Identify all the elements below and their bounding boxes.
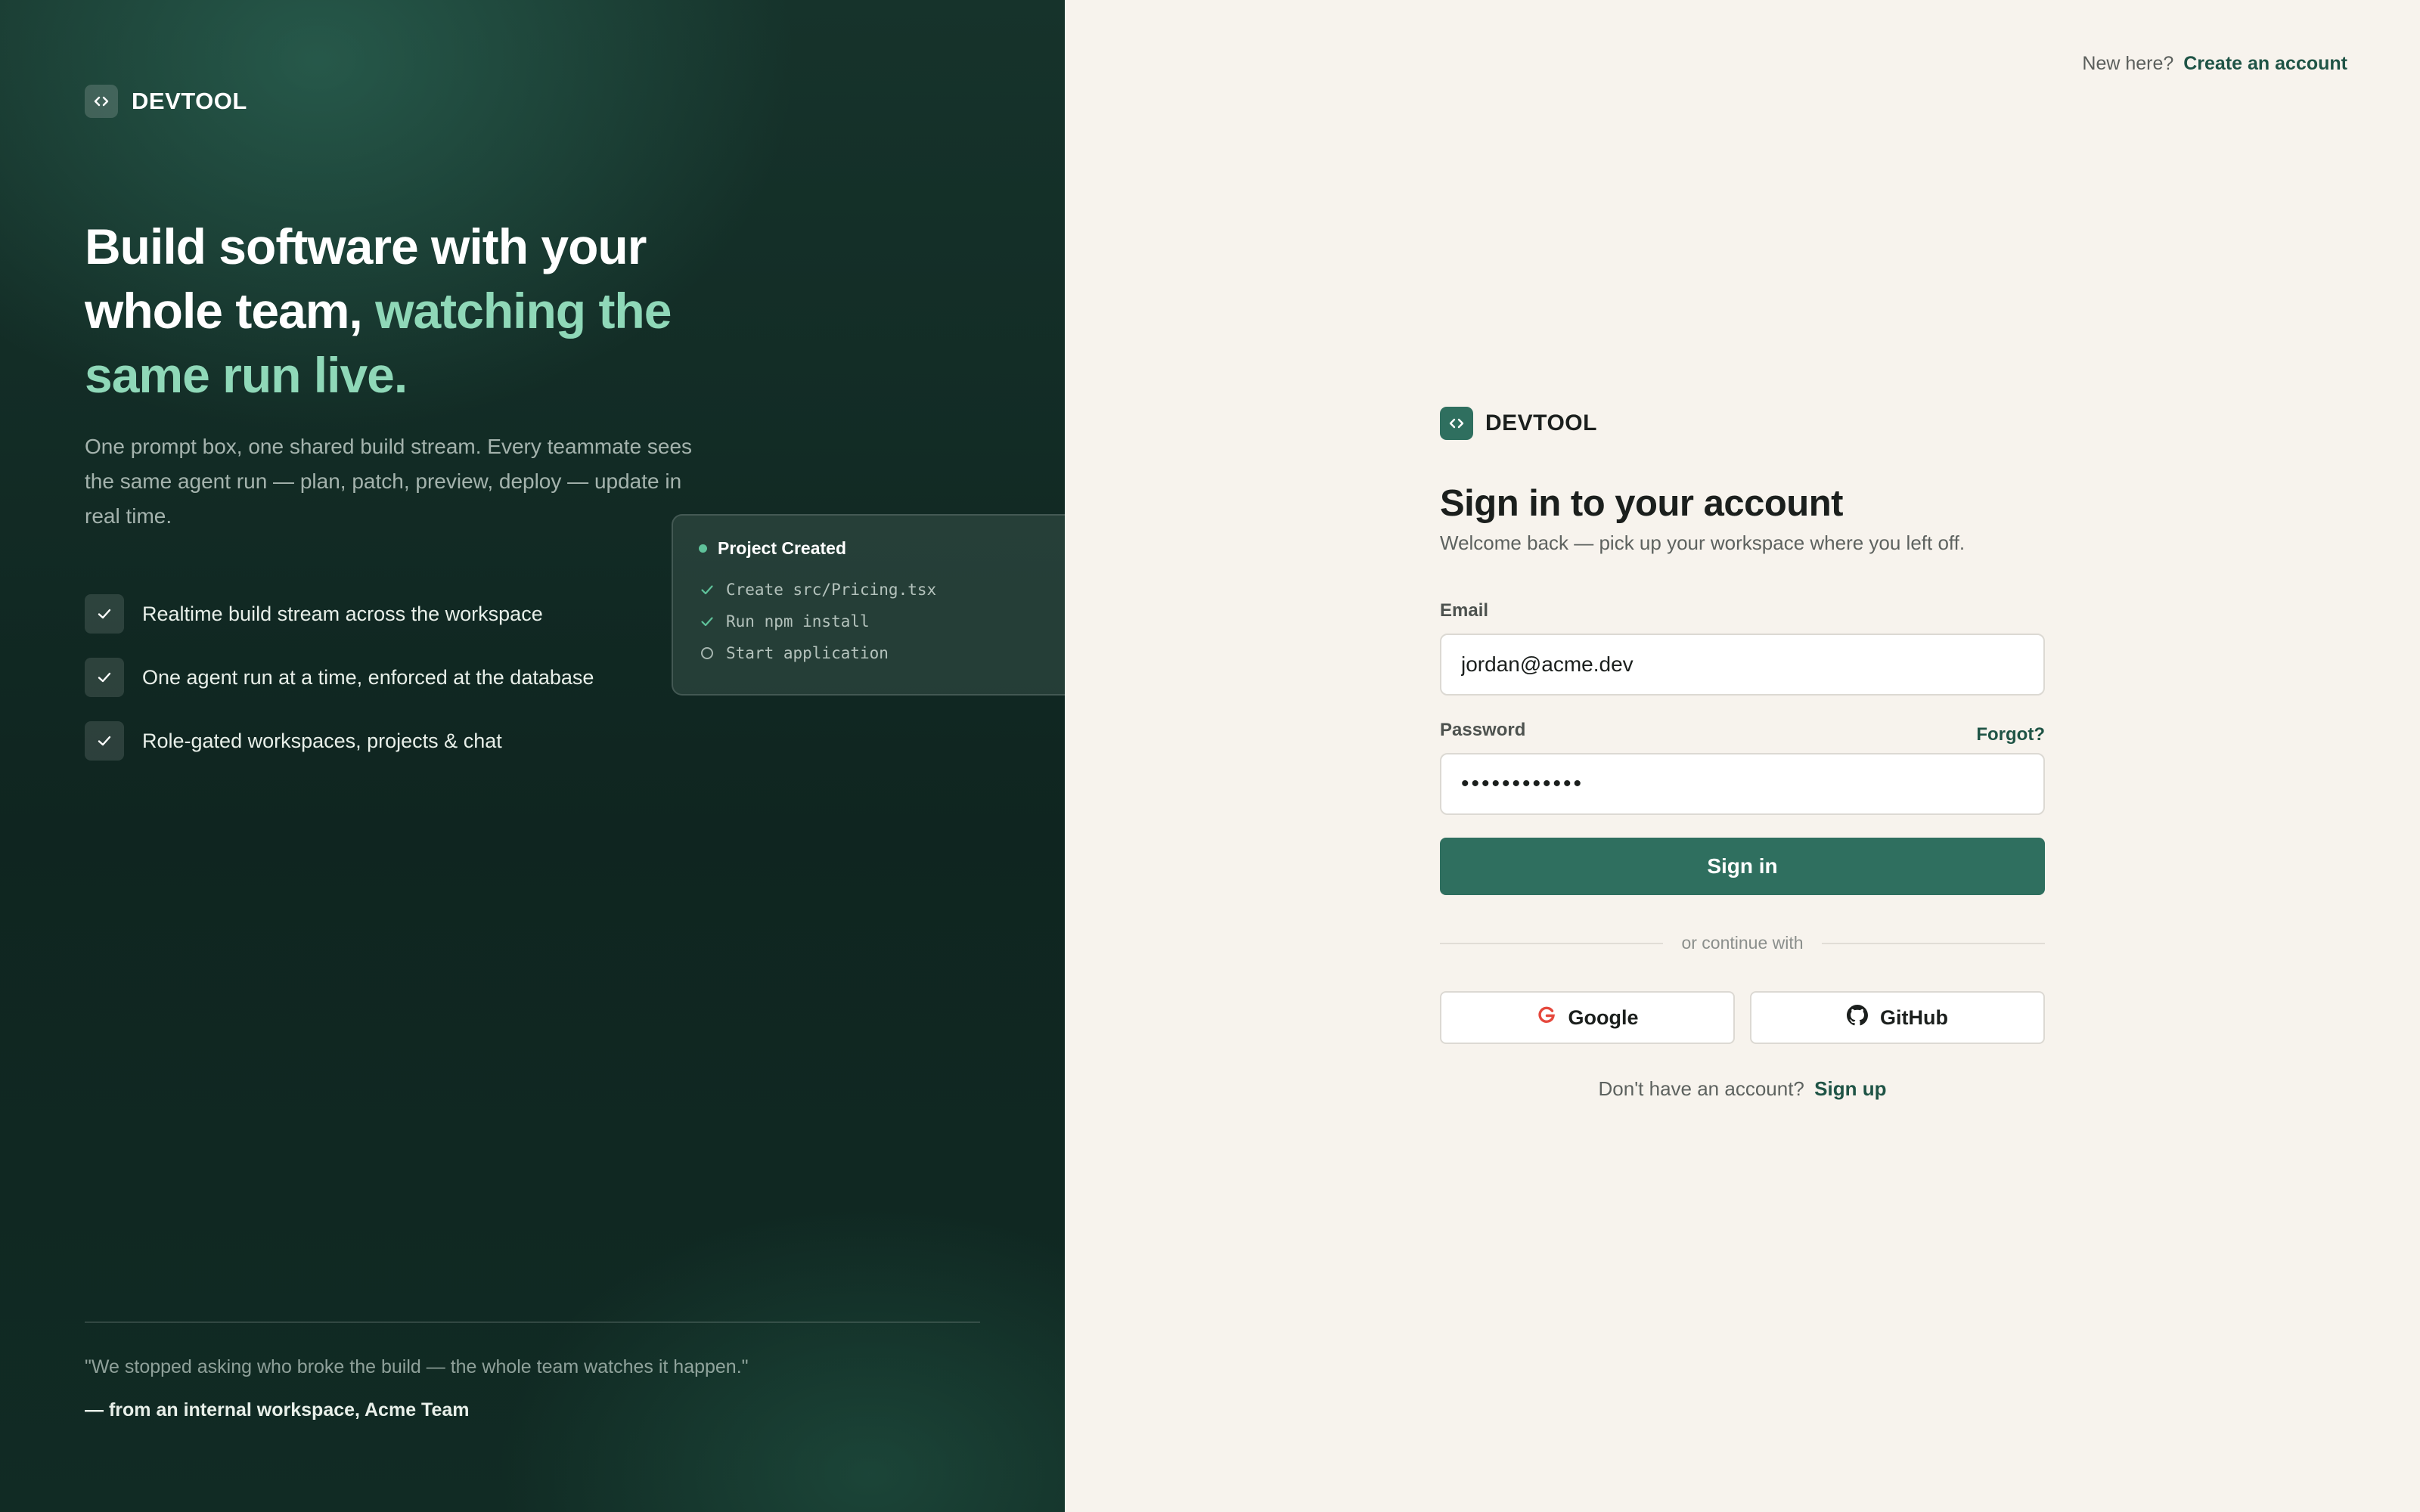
check-icon <box>85 658 124 697</box>
or-divider: or continue with <box>1440 933 2045 953</box>
code-brackets-icon <box>85 85 118 118</box>
testimonial-attribution: — from an internal workspace, Acme Team <box>85 1399 470 1421</box>
testimonial-divider <box>85 1321 980 1323</box>
password-label: Password <box>1440 720 1526 740</box>
divider-line <box>1821 942 2045 944</box>
run-card-title: Project Created <box>718 538 847 558</box>
form-brand-logo[interactable]: DEVTOOL <box>1440 407 2045 440</box>
email-label: Email <box>1440 600 1489 621</box>
oauth-buttons: Google GitHub <box>1440 991 2045 1044</box>
signup-prompt: Don't have an account? <box>1598 1077 1804 1100</box>
sign-up-link[interactable]: Sign up <box>1814 1077 1886 1100</box>
run-step: Run npm install <box>699 606 1065 637</box>
form-subtitle: Welcome back — pick up your workspace wh… <box>1440 531 1965 554</box>
step-pending-circle-icon <box>699 645 715 662</box>
feature-label: Realtime build stream across the workspa… <box>142 602 543 625</box>
run-step-text: Create src/Pricing.tsx <box>726 581 937 599</box>
run-step-text: Start application <box>726 644 889 662</box>
code-brackets-icon <box>1440 407 1473 440</box>
email-field[interactable] <box>1440 634 2045 696</box>
hero-title: Build software with your whole team, wat… <box>85 215 765 407</box>
step-check-icon <box>699 581 715 598</box>
step-check-icon <box>699 613 715 630</box>
agent-run-card: Project Created Create src/Pricing.tsx R… <box>672 514 1065 696</box>
forgot-password-link[interactable]: Forgot? <box>1976 724 2045 745</box>
password-field[interactable] <box>1440 753 2045 815</box>
feature-list: Realtime build stream across the workspa… <box>85 594 594 785</box>
brand-name: DEVTOOL <box>1485 411 1597 435</box>
divider-line <box>1440 942 1664 944</box>
signup-prompt-row: Don't have an account? Sign up <box>1440 1077 2045 1101</box>
run-step-text: Run npm install <box>726 612 870 631</box>
run-step: Start application <box>699 637 1065 669</box>
github-icon <box>1847 1004 1868 1031</box>
google-sign-in-button[interactable]: Google <box>1440 991 1735 1044</box>
google-button-label: Google <box>1568 1005 1639 1029</box>
google-icon <box>1537 1005 1556 1030</box>
create-account-link[interactable]: Create an account <box>2183 53 2347 74</box>
brand-logo[interactable]: DEVTOOL <box>85 85 247 118</box>
feature-label: Role-gated workspaces, projects & chat <box>142 729 502 752</box>
check-icon <box>85 721 124 761</box>
sign-in-form: DEVTOOL Sign in to your account Welcome … <box>1440 407 2045 1101</box>
check-icon <box>85 594 124 634</box>
top-nav-prompt: New here? <box>2082 53 2174 74</box>
status-dot-icon <box>699 544 707 553</box>
feature-label: One agent run at a time, enforced at the… <box>142 665 594 689</box>
marketing-panel: DEVTOOL Build software with your whole t… <box>0 0 1065 1512</box>
feature-item: One agent run at a time, enforced at the… <box>85 658 594 697</box>
feature-item: Role-gated workspaces, projects & chat <box>85 721 594 761</box>
run-step: Create src/Pricing.tsx <box>699 574 1065 606</box>
hero-subtitle: One prompt box, one shared build stream.… <box>85 435 693 528</box>
feature-item: Realtime build stream across the workspa… <box>85 594 594 634</box>
form-title: Sign in to your account <box>1440 483 1843 524</box>
sign-in-button[interactable]: Sign in <box>1440 838 2045 895</box>
password-label-row: Password Forgot? <box>1440 720 2045 745</box>
run-card-header: Project Created <box>699 538 1065 559</box>
github-button-label: GitHub <box>1880 1005 1948 1029</box>
email-label-row: Email <box>1440 600 2045 621</box>
top-nav-signup: New here? Create an account <box>2082 53 2347 75</box>
brand-name: DEVTOOL <box>132 88 247 114</box>
github-sign-in-button[interactable]: GitHub <box>1750 991 2045 1044</box>
testimonial-quote: "We stopped asking who broke the build —… <box>85 1356 749 1377</box>
or-divider-text: or continue with <box>1681 933 1804 953</box>
